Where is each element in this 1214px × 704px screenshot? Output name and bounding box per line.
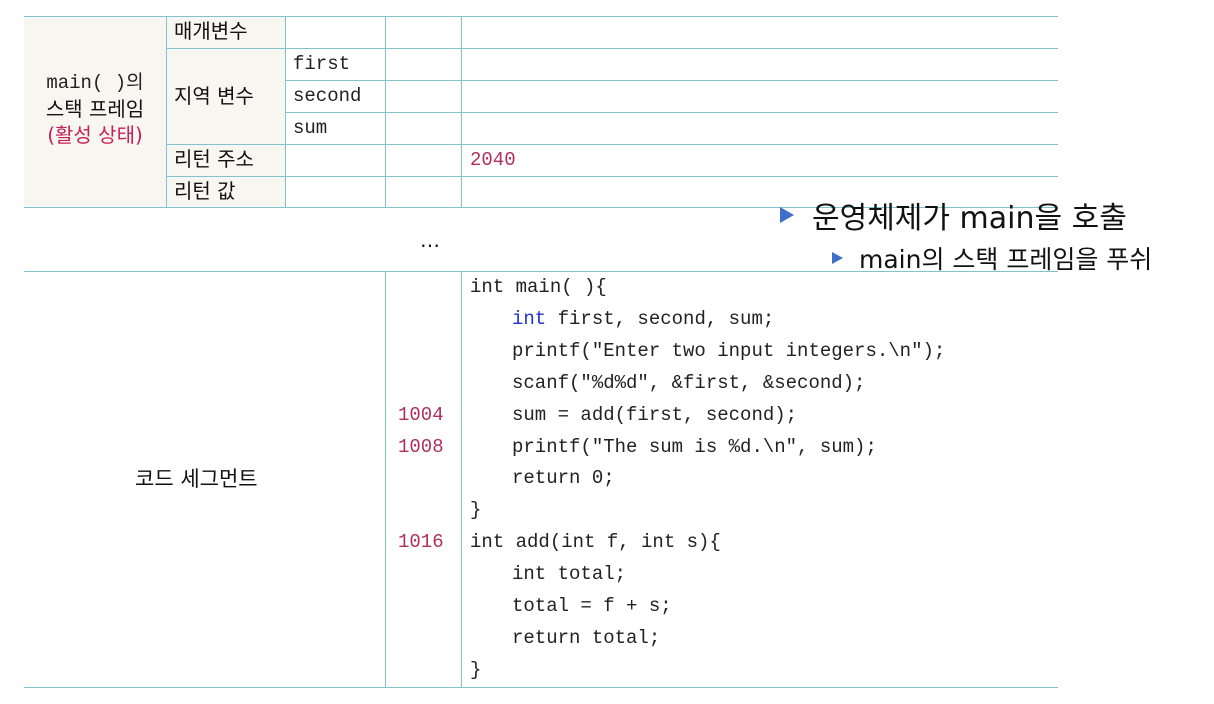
- return-addr-value: 2040: [470, 149, 516, 171]
- code-address: 1016: [398, 531, 444, 553]
- grid-vline: [166, 16, 167, 208]
- code-line: total = f + s;: [512, 595, 672, 617]
- local-var-second: second: [293, 85, 362, 107]
- frame-label-line2: 스택 프레임: [45, 97, 145, 121]
- param-label: 매개변수: [174, 19, 248, 43]
- code-text: first, second, sum;: [546, 308, 775, 330]
- code-line: sum = add(first, second);: [512, 404, 798, 426]
- grid-hline: [166, 144, 1058, 145]
- grid-vline: [285, 16, 286, 208]
- code-line: int main( ){: [470, 276, 607, 298]
- grid-hline: [166, 48, 1058, 49]
- grid-hline: [285, 112, 1058, 113]
- code-line: scanf("%d%d", &first, &second);: [512, 372, 866, 394]
- grid-hline: [24, 16, 1058, 17]
- grid-vline: [385, 16, 386, 208]
- code-line: int add(int f, int s){: [470, 531, 721, 553]
- code-keyword: int: [512, 308, 547, 330]
- grid-hline: [285, 80, 1058, 81]
- grid-vline: [385, 271, 386, 688]
- code-address: 1004: [398, 404, 444, 426]
- code-line: }: [470, 499, 482, 521]
- return-addr-label: 리턴 주소: [174, 147, 254, 171]
- local-var-sum: sum: [293, 117, 328, 139]
- frame-label: main( )의 스택 프레임 (활성 상태): [24, 70, 166, 148]
- note-bullet-1: 운영체제가 main을 호출: [780, 193, 1127, 237]
- note-text-2: main의 스택 프레임을 푸쉬: [859, 245, 1153, 274]
- frame-label-line3: (활성 상태): [47, 123, 143, 147]
- code-line: int first, second, sum;: [512, 310, 774, 329]
- code-address: 1008: [398, 436, 444, 458]
- grid-vline: [461, 271, 462, 688]
- code-segment-label: 코드 세그먼트: [135, 467, 258, 491]
- bullet-triangle-icon: [832, 252, 843, 264]
- note-text-1: 운영체제가 main을 호출: [812, 201, 1127, 236]
- code-line: }: [470, 659, 482, 681]
- frame-label-line1: main( )의: [46, 72, 144, 94]
- code-line: int total;: [512, 563, 627, 585]
- grid-vline: [461, 16, 462, 208]
- bullet-triangle-icon: [780, 207, 794, 223]
- ellipsis: …: [420, 228, 440, 252]
- code-line: return 0;: [512, 467, 615, 489]
- code-line: printf("The sum is %d.\n", sum);: [512, 436, 877, 458]
- local-label: 지역 변수: [174, 84, 254, 108]
- return-value-label: 리턴 값: [174, 179, 236, 203]
- code-line: return total;: [512, 627, 661, 649]
- grid-hline: [166, 176, 1058, 177]
- code-line: printf("Enter two input integers.\n");: [512, 340, 946, 362]
- note-bullet-2: main의 스택 프레임을 푸쉬: [832, 240, 1152, 276]
- grid-hline: [24, 687, 1058, 688]
- local-var-first: first: [293, 53, 351, 75]
